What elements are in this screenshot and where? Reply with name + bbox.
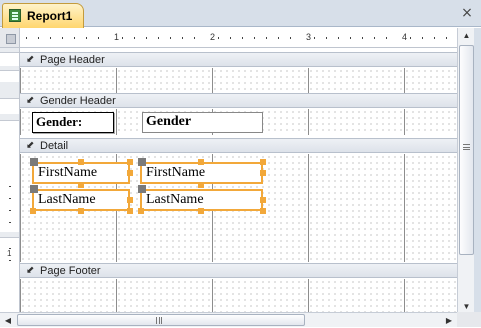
section-bar-gender-header[interactable]: ⬋ Gender Header bbox=[20, 93, 457, 108]
resize-handle-icon[interactable] bbox=[127, 170, 133, 176]
section-arrow-icon: ⬋ bbox=[26, 140, 35, 151]
resize-handle-icon[interactable] bbox=[127, 208, 133, 214]
scroll-left-arrow-icon[interactable]: ◀ bbox=[0, 313, 16, 328]
page-header-section[interactable] bbox=[20, 68, 457, 94]
window-edge bbox=[474, 28, 481, 315]
section-arrow-icon: ⬋ bbox=[26, 54, 35, 65]
gender-header-section[interactable]: Gender: Gender bbox=[20, 109, 457, 135]
resize-handle-icon[interactable] bbox=[127, 159, 133, 165]
report-design-surface: 1 2 3 4 1 ⬋ Page Header ⬋ Gender Header … bbox=[0, 28, 457, 315]
section-label: Detail bbox=[40, 140, 69, 152]
page-footer-section[interactable] bbox=[20, 279, 457, 315]
section-label: Page Header bbox=[40, 54, 105, 66]
scroll-right-arrow-icon[interactable]: ▶ bbox=[441, 313, 457, 328]
move-handle-icon[interactable] bbox=[138, 185, 146, 193]
vertical-scroll-thumb[interactable] bbox=[459, 45, 474, 255]
report-tab[interactable]: Report1 bbox=[2, 3, 84, 28]
horizontal-ruler: 1 2 3 4 bbox=[20, 28, 457, 48]
resize-handle-icon[interactable] bbox=[127, 197, 133, 203]
move-handle-icon[interactable] bbox=[30, 185, 38, 193]
horizontal-scrollbar[interactable]: ◀ ▶ bbox=[0, 312, 457, 327]
section-label: Page Footer bbox=[40, 265, 101, 277]
close-icon[interactable]: × bbox=[459, 5, 475, 21]
ruler-label: 1 bbox=[114, 32, 120, 42]
section-bar-detail[interactable]: ⬋ Detail bbox=[20, 138, 457, 153]
report-icon bbox=[9, 9, 21, 22]
section-bar-page-header[interactable]: ⬋ Page Header bbox=[20, 52, 457, 67]
size-box bbox=[457, 312, 481, 327]
resize-handle-icon[interactable] bbox=[78, 208, 84, 214]
section-label: Gender Header bbox=[40, 95, 116, 107]
resize-handle-icon[interactable] bbox=[260, 208, 266, 214]
resize-handle-icon[interactable] bbox=[260, 197, 266, 203]
section-arrow-icon: ⬋ bbox=[26, 265, 35, 276]
resize-handle-icon[interactable] bbox=[198, 208, 204, 214]
gender-field-control[interactable]: Gender bbox=[142, 112, 263, 133]
resize-handle-icon[interactable] bbox=[138, 208, 144, 214]
resize-handle-icon[interactable] bbox=[260, 170, 266, 176]
grip-icon bbox=[463, 144, 470, 150]
detail-section[interactable]: FirstName FirstName LastName LastName bbox=[20, 154, 457, 262]
section-bar-page-footer[interactable]: ⬋ Page Footer bbox=[20, 263, 457, 278]
section-arrow-icon: ⬋ bbox=[26, 95, 35, 106]
vertical-ruler-label: 1 bbox=[7, 249, 12, 258]
resize-handle-icon[interactable] bbox=[78, 182, 84, 188]
report-tab-label: Report1 bbox=[27, 9, 73, 23]
vertical-scrollbar[interactable]: ▲ ▼ bbox=[457, 28, 474, 315]
resize-handle-icon[interactable] bbox=[78, 159, 84, 165]
horizontal-scroll-thumb[interactable] bbox=[17, 314, 305, 326]
firstname-field-control[interactable]: FirstName bbox=[140, 162, 263, 184]
vertical-ruler: 1 bbox=[0, 48, 20, 315]
resize-handle-icon[interactable] bbox=[30, 208, 36, 214]
report-selector-box[interactable] bbox=[0, 28, 20, 48]
move-handle-icon[interactable] bbox=[30, 158, 38, 166]
resize-handle-icon[interactable] bbox=[260, 159, 266, 165]
resize-handle-icon[interactable] bbox=[198, 159, 204, 165]
ruler-label: 4 bbox=[402, 32, 408, 42]
resize-handle-icon[interactable] bbox=[198, 182, 204, 188]
scroll-up-arrow-icon[interactable]: ▲ bbox=[458, 28, 475, 44]
grip-icon bbox=[156, 317, 162, 324]
ruler-label: 3 bbox=[306, 32, 312, 42]
firstname-label-control[interactable]: FirstName bbox=[32, 162, 130, 184]
move-handle-icon[interactable] bbox=[138, 158, 146, 166]
ruler-label: 2 bbox=[210, 32, 216, 42]
gender-label-control[interactable]: Gender: bbox=[32, 112, 114, 133]
